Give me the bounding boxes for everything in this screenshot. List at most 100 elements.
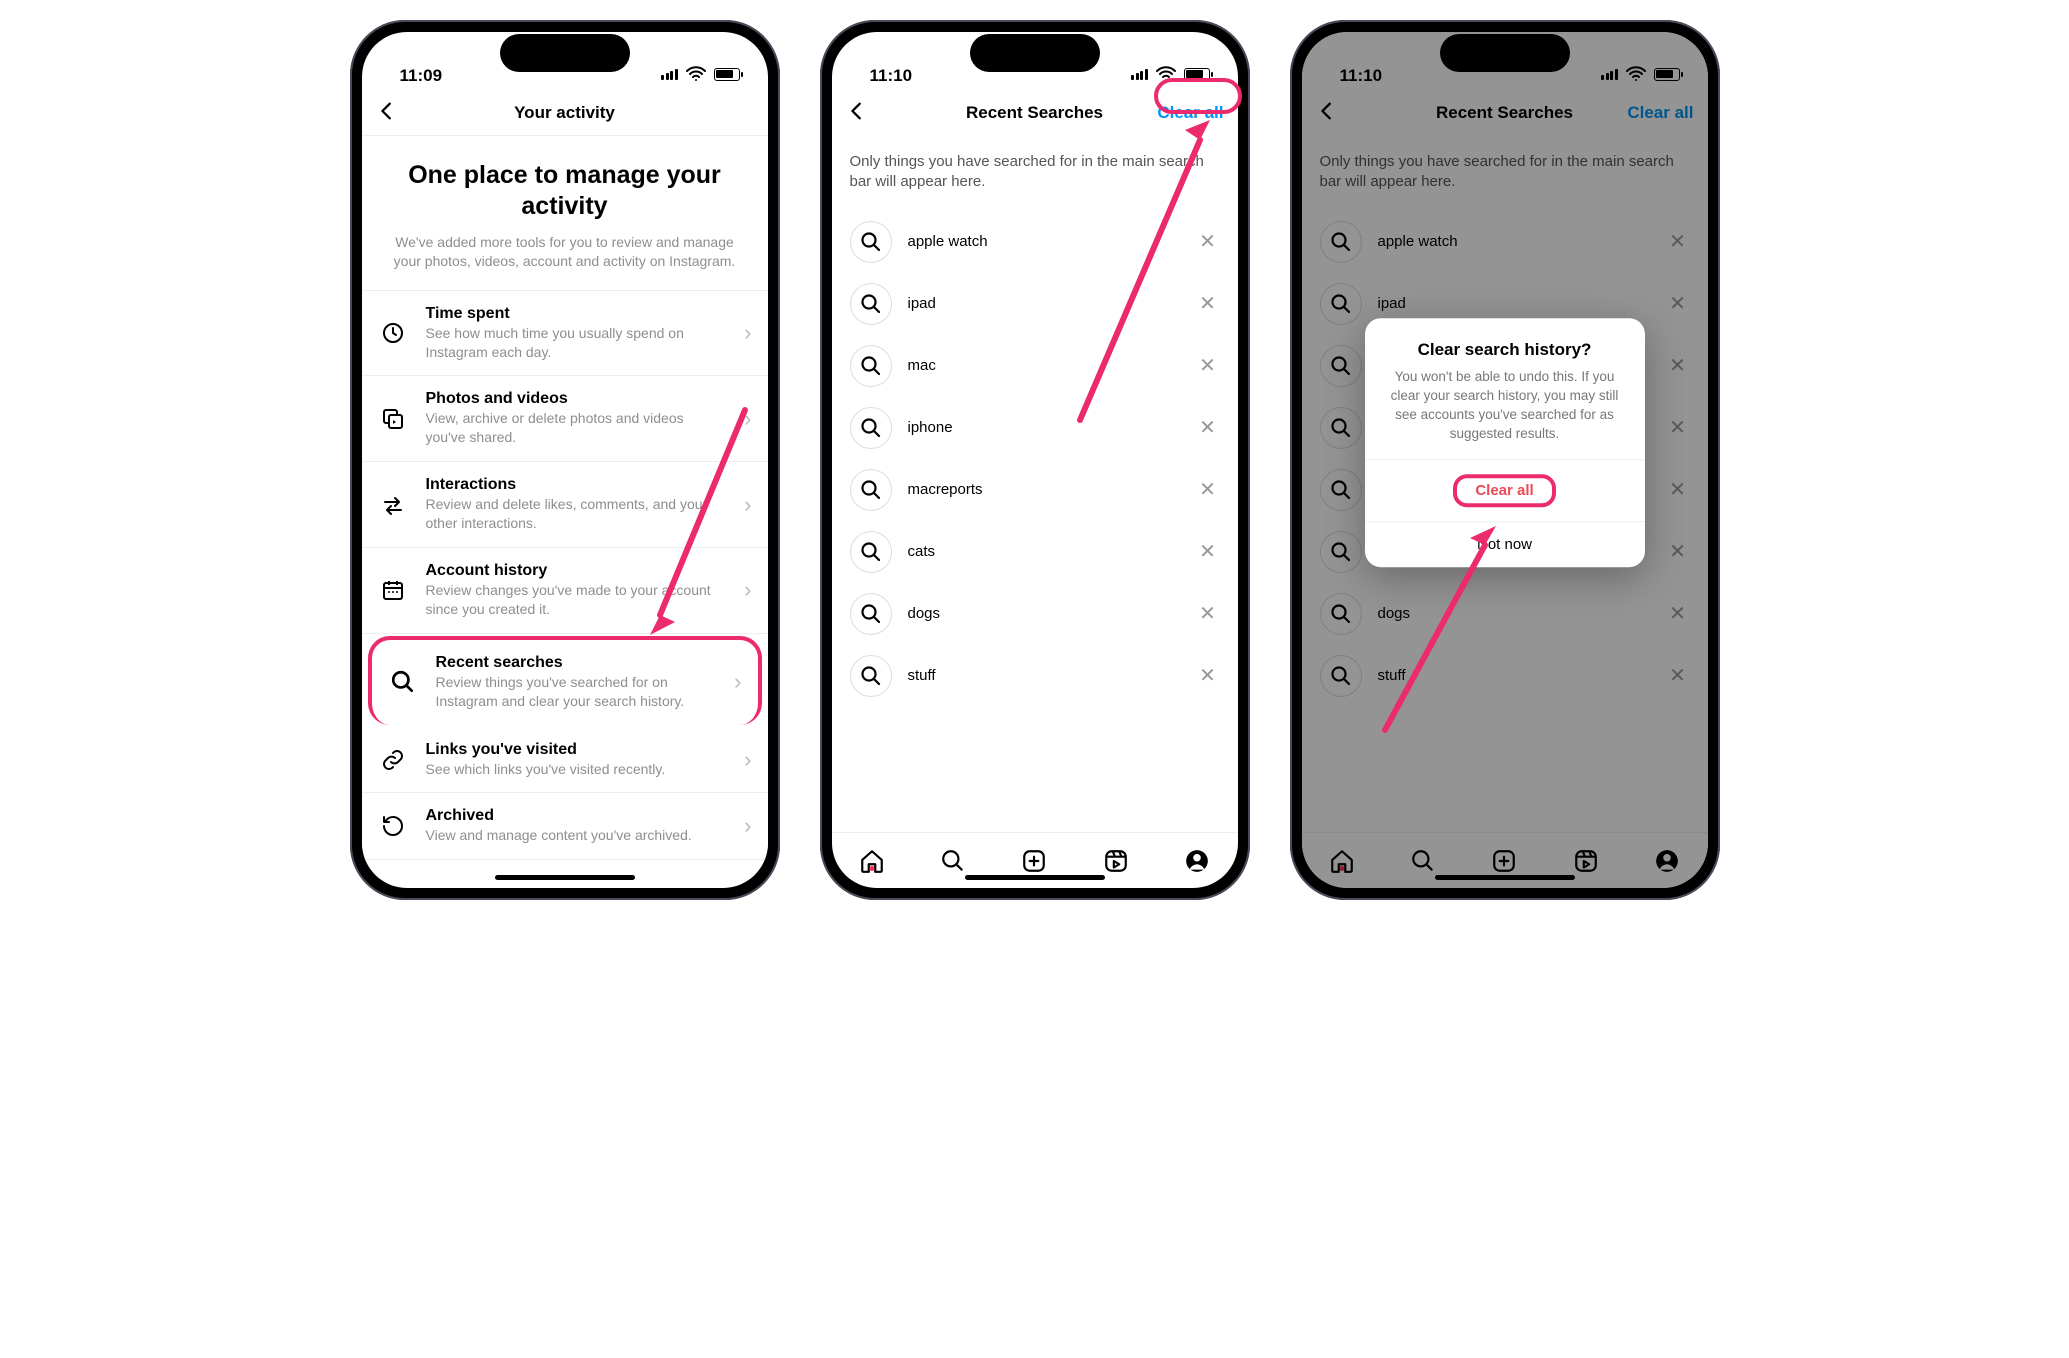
remove-search-button[interactable]: ✕	[1196, 477, 1220, 502]
search-icon	[388, 667, 418, 697]
home-indicator[interactable]	[495, 875, 635, 880]
link-icon	[378, 745, 408, 775]
home-indicator[interactable]	[1435, 875, 1575, 880]
calendar-icon	[378, 575, 408, 605]
cellular-icon	[1131, 69, 1148, 80]
chevron-right-icon: ›	[744, 406, 751, 432]
row-title: Recent searches	[436, 654, 717, 672]
back-button[interactable]	[376, 99, 398, 127]
modal-message: You won't be able to undo this. If you c…	[1385, 368, 1625, 444]
search-term: iphone	[908, 419, 1180, 436]
remove-search-button[interactable]: ✕	[1196, 663, 1220, 688]
search-term: mac	[908, 357, 1180, 374]
tab-profile[interactable]	[1183, 847, 1211, 875]
remove-search-button[interactable]: ✕	[1196, 229, 1220, 254]
tab-create[interactable]	[1020, 847, 1048, 875]
home-indicator[interactable]	[965, 875, 1105, 880]
notch	[970, 34, 1100, 72]
clear-all-button[interactable]: Clear all	[1157, 103, 1223, 123]
status-icons	[1131, 62, 1210, 86]
search-history-item[interactable]: stuff ✕	[832, 645, 1238, 707]
back-button[interactable]	[846, 99, 868, 127]
notch	[1440, 34, 1570, 72]
search-term: cats	[908, 543, 1180, 560]
search-history-item[interactable]: mac ✕	[832, 335, 1238, 397]
search-term: ipad	[908, 295, 1180, 312]
search-term: stuff	[908, 667, 1180, 684]
screen-1: 11:09 Your activity One place to manage …	[362, 32, 768, 888]
search-term: apple watch	[908, 233, 1180, 250]
nav-header: Your activity	[362, 90, 768, 136]
row-recent-searches[interactable]: Recent searches Review things you've sea…	[368, 636, 762, 725]
reels-icon	[1103, 848, 1129, 874]
chevron-left-icon	[376, 100, 398, 122]
remove-search-button[interactable]: ✕	[1196, 415, 1220, 440]
content: One place to manage your activity We've …	[362, 136, 768, 888]
tab-reels[interactable]	[1102, 847, 1130, 875]
wifi-icon	[1154, 62, 1178, 86]
row-links-visited[interactable]: Links you've visited See which links you…	[362, 727, 768, 794]
swap-icon	[378, 490, 408, 520]
search-history-item[interactable]: dogs ✕	[832, 583, 1238, 645]
search-history-item[interactable]: apple watch ✕	[832, 211, 1238, 273]
phone-2: 11:10 Recent Searches Clear all Only thi…	[820, 20, 1250, 900]
row-interactions[interactable]: Interactions Review and delete likes, co…	[362, 462, 768, 548]
modal-clear-label: Clear all	[1475, 483, 1533, 500]
plus-square-icon	[1021, 848, 1047, 874]
modal-clear-all-button[interactable]: Clear all	[1365, 460, 1645, 522]
search-icon	[850, 593, 892, 635]
modal-not-now-button[interactable]: Not now	[1365, 522, 1645, 568]
row-title: Archived	[426, 807, 727, 825]
search-icon	[850, 345, 892, 387]
row-title: Time spent	[426, 305, 727, 323]
chevron-right-icon: ›	[734, 669, 741, 695]
page-title: Recent Searches	[966, 103, 1103, 123]
status-icons	[661, 62, 740, 86]
remove-search-button[interactable]: ✕	[1196, 601, 1220, 626]
search-term: macreports	[908, 481, 1180, 498]
tab-search[interactable]	[939, 847, 967, 875]
highlight-clear-all: Clear all	[1453, 475, 1555, 508]
row-sub: See which links you've visited recently.	[426, 760, 727, 779]
row-sub: View, archive or delete photos and video…	[426, 409, 727, 447]
battery-icon	[714, 68, 740, 81]
row-sub: See how much time you usually spend on I…	[426, 324, 727, 362]
row-sub: Review changes you've made to your accou…	[426, 581, 727, 619]
notch	[500, 34, 630, 72]
remove-search-button[interactable]: ✕	[1196, 291, 1220, 316]
modal-head: Clear search history? You won't be able …	[1365, 318, 1645, 460]
row-sub: Review things you've searched for on Ins…	[436, 673, 717, 711]
notification-dot-icon	[870, 866, 875, 871]
remove-search-button[interactable]: ✕	[1196, 353, 1220, 378]
page-title: Your activity	[514, 103, 615, 123]
chevron-right-icon: ›	[744, 577, 751, 603]
search-term: dogs	[908, 605, 1180, 622]
battery-icon	[1184, 68, 1210, 81]
screen-3: 11:10 Recent Searches Clear all Only thi…	[1302, 32, 1708, 888]
search-history-item[interactable]: ipad ✕	[832, 273, 1238, 335]
row-title: Interactions	[426, 476, 727, 494]
row-photos-videos[interactable]: Photos and videos View, archive or delet…	[362, 376, 768, 462]
remove-search-button[interactable]: ✕	[1196, 539, 1220, 564]
content: Only things you have searched for in the…	[832, 136, 1238, 832]
chevron-left-icon	[846, 100, 868, 122]
row-title: Account history	[426, 562, 727, 580]
search-history-item[interactable]: cats ✕	[832, 521, 1238, 583]
row-archived[interactable]: Archived View and manage content you've …	[362, 793, 768, 860]
clock-icon	[378, 318, 408, 348]
search-history-item[interactable]: macreports ✕	[832, 459, 1238, 521]
wifi-icon	[684, 62, 708, 86]
status-time: 11:10	[870, 66, 913, 86]
tab-home[interactable]	[858, 847, 886, 875]
search-history-item[interactable]: iphone ✕	[832, 397, 1238, 459]
row-title: Photos and videos	[426, 390, 727, 408]
search-icon	[850, 221, 892, 263]
row-account-history[interactable]: Account history Review changes you've ma…	[362, 548, 768, 634]
search-icon	[850, 655, 892, 697]
profile-icon	[1184, 848, 1210, 874]
search-icon	[850, 469, 892, 511]
chevron-right-icon: ›	[744, 747, 751, 773]
row-time-spent[interactable]: Time spent See how much time you usually…	[362, 291, 768, 377]
status-time: 11:09	[400, 66, 443, 86]
chevron-right-icon: ›	[744, 492, 751, 518]
